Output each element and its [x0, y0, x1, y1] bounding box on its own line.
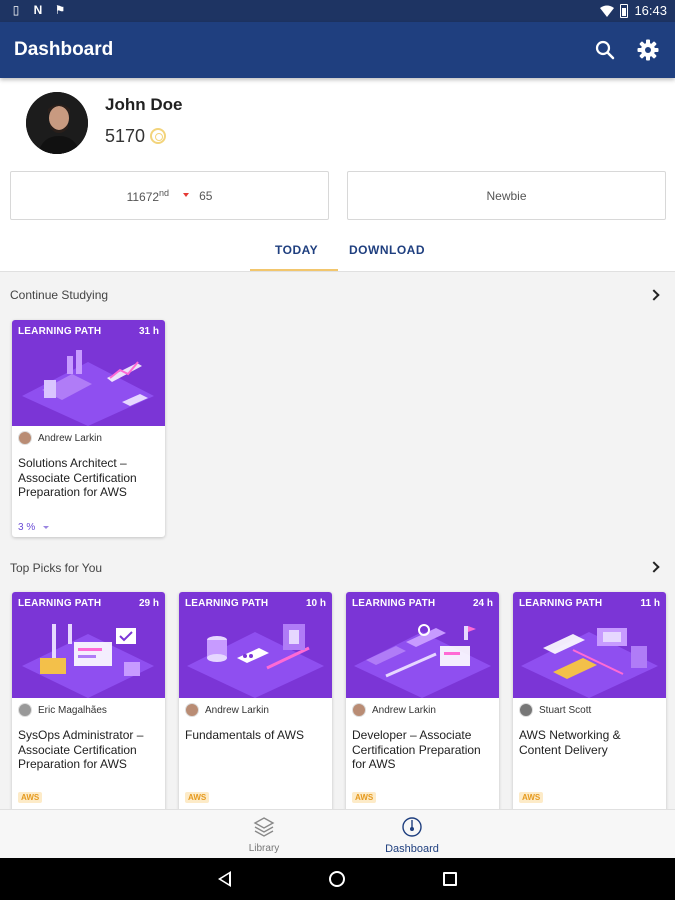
- course-hours: 29 h: [138, 598, 159, 609]
- course-author: Stuart Scott: [519, 703, 591, 717]
- course-type-label: LEARNING PATH: [519, 598, 603, 609]
- course-author: Andrew Larkin: [185, 703, 269, 717]
- course-illustration: [187, 624, 324, 698]
- author-avatar: [519, 703, 533, 717]
- sim-icon: ▯: [12, 3, 20, 17]
- tag-badge: AWS: [519, 792, 544, 803]
- nav-label-dashboard: Dashboard: [385, 843, 439, 855]
- notification-flag-icon: ⚑: [54, 3, 66, 17]
- nav-item-library[interactable]: Library: [224, 816, 304, 854]
- author-name: Andrew Larkin: [38, 432, 102, 444]
- course-author: Andrew Larkin: [352, 703, 436, 717]
- nav-item-dashboard[interactable]: Dashboard: [372, 816, 452, 855]
- tag-badge: AWS: [352, 792, 377, 803]
- course-title: Solutions Architect – Associate Certific…: [18, 456, 137, 499]
- recent-apps-icon[interactable]: [443, 872, 457, 886]
- wifi-icon: [600, 5, 615, 17]
- course-title: Fundamentals of AWS: [185, 728, 304, 742]
- course-type-label: LEARNING PATH: [18, 326, 102, 337]
- notification-n-icon: N: [33, 3, 43, 17]
- author-avatar: [18, 431, 32, 445]
- author-name: Eric Magalhães: [38, 704, 107, 716]
- course-illustration: [521, 628, 658, 698]
- course-card[interactable]: LEARNING PATH 11 h Stuart Scott AWS Netw…: [513, 592, 666, 809]
- bottom-nav: Library Dashboard: [0, 809, 675, 858]
- points-value: 5170: [105, 126, 146, 146]
- rank-box[interactable]: 11672nd 65: [10, 171, 329, 220]
- tab-today[interactable]: TODAY: [275, 243, 318, 257]
- level-label: Newbie: [486, 188, 527, 203]
- system-nav-bar: [0, 858, 675, 900]
- page-title: Dashboard: [14, 39, 114, 60]
- caret-down-icon: [43, 525, 50, 529]
- course-type-label: LEARNING PATH: [18, 598, 102, 609]
- course-hours: 31 h: [138, 326, 159, 337]
- section-title-continue-studying: Continue Studying: [10, 288, 109, 302]
- course-banner: LEARNING PATH 10 h: [179, 592, 332, 698]
- tag-badge: AWS: [185, 792, 210, 803]
- home-icon[interactable]: [329, 871, 345, 887]
- status-bar: ▯ N ⚑ 16:43: [0, 0, 675, 22]
- course-banner: LEARNING PATH 24 h: [346, 592, 499, 698]
- settings-gear-icon[interactable]: [636, 38, 660, 62]
- course-banner: LEARNING PATH 31 h: [12, 320, 165, 426]
- user-name: John Doe: [105, 95, 183, 114]
- author-name: Stuart Scott: [539, 704, 592, 716]
- course-hours: 11 h: [640, 598, 660, 609]
- level-box[interactable]: Newbie: [347, 171, 666, 220]
- arrow-down-icon: [183, 192, 190, 197]
- tab-download[interactable]: DOWNLOAD: [349, 243, 425, 257]
- course-type-label: LEARNING PATH: [185, 598, 269, 609]
- course-author: Eric Magalhães: [18, 703, 107, 717]
- search-icon[interactable]: [594, 39, 616, 61]
- author-avatar: [18, 703, 32, 717]
- section-title-top-picks: Top Picks for You: [10, 561, 103, 575]
- avatar[interactable]: [26, 92, 88, 154]
- course-card[interactable]: LEARNING PATH 24 h Andrew Larkin Develop…: [346, 592, 499, 809]
- author-avatar: [185, 703, 199, 717]
- course-title: Developer – Associate Certification Prep…: [352, 728, 481, 771]
- author-name: Andrew Larkin: [205, 704, 269, 716]
- course-hours: 24 h: [472, 598, 493, 609]
- battery-icon: [620, 3, 629, 18]
- course-illustration: [354, 624, 491, 698]
- library-layers-icon: [253, 817, 275, 837]
- author-name: Andrew Larkin: [372, 704, 436, 716]
- chevron-right-icon[interactable]: [648, 561, 660, 573]
- rank-number: 11672nd: [126, 187, 170, 204]
- course-title: SysOps Administrator – Associate Certifi…: [18, 728, 144, 771]
- chevron-right-icon[interactable]: [648, 289, 660, 301]
- course-banner: LEARNING PATH 11 h: [513, 592, 666, 698]
- course-card[interactable]: LEARNING PATH 29 h Eric Magalhães SysOps…: [12, 592, 165, 809]
- tag-badge: AWS: [18, 792, 43, 803]
- coin-icon: [150, 128, 166, 144]
- course-illustration: [22, 624, 154, 698]
- tab-indicator: [250, 269, 338, 271]
- nav-label-library: Library: [248, 843, 280, 854]
- author-avatar: [352, 703, 366, 717]
- course-title: AWS Networking & Content Delivery: [519, 728, 621, 757]
- app-bar: Dashboard: [0, 22, 675, 78]
- course-card[interactable]: LEARNING PATH 10 h Andrew Larkin Fundame…: [179, 592, 332, 809]
- course-card[interactable]: LEARNING PATH 31 h Andrew Larkin Solutio…: [12, 320, 165, 537]
- course-progress: 3 %: [18, 522, 50, 533]
- rank-change: 65: [199, 188, 213, 203]
- status-time: 16:43: [634, 3, 667, 18]
- course-banner: LEARNING PATH 29 h: [12, 592, 165, 698]
- dashboard-gauge-icon: [402, 817, 422, 837]
- course-type-label: LEARNING PATH: [352, 598, 436, 609]
- dashboard-content[interactable]: Continue Studying LEARNING PATH 31 h And…: [0, 272, 675, 809]
- course-hours: 10 h: [305, 598, 326, 609]
- course-author: Andrew Larkin: [18, 431, 102, 445]
- tab-bar: TODAY DOWNLOAD: [0, 232, 675, 272]
- back-icon[interactable]: [218, 871, 231, 887]
- course-illustration: [22, 350, 154, 426]
